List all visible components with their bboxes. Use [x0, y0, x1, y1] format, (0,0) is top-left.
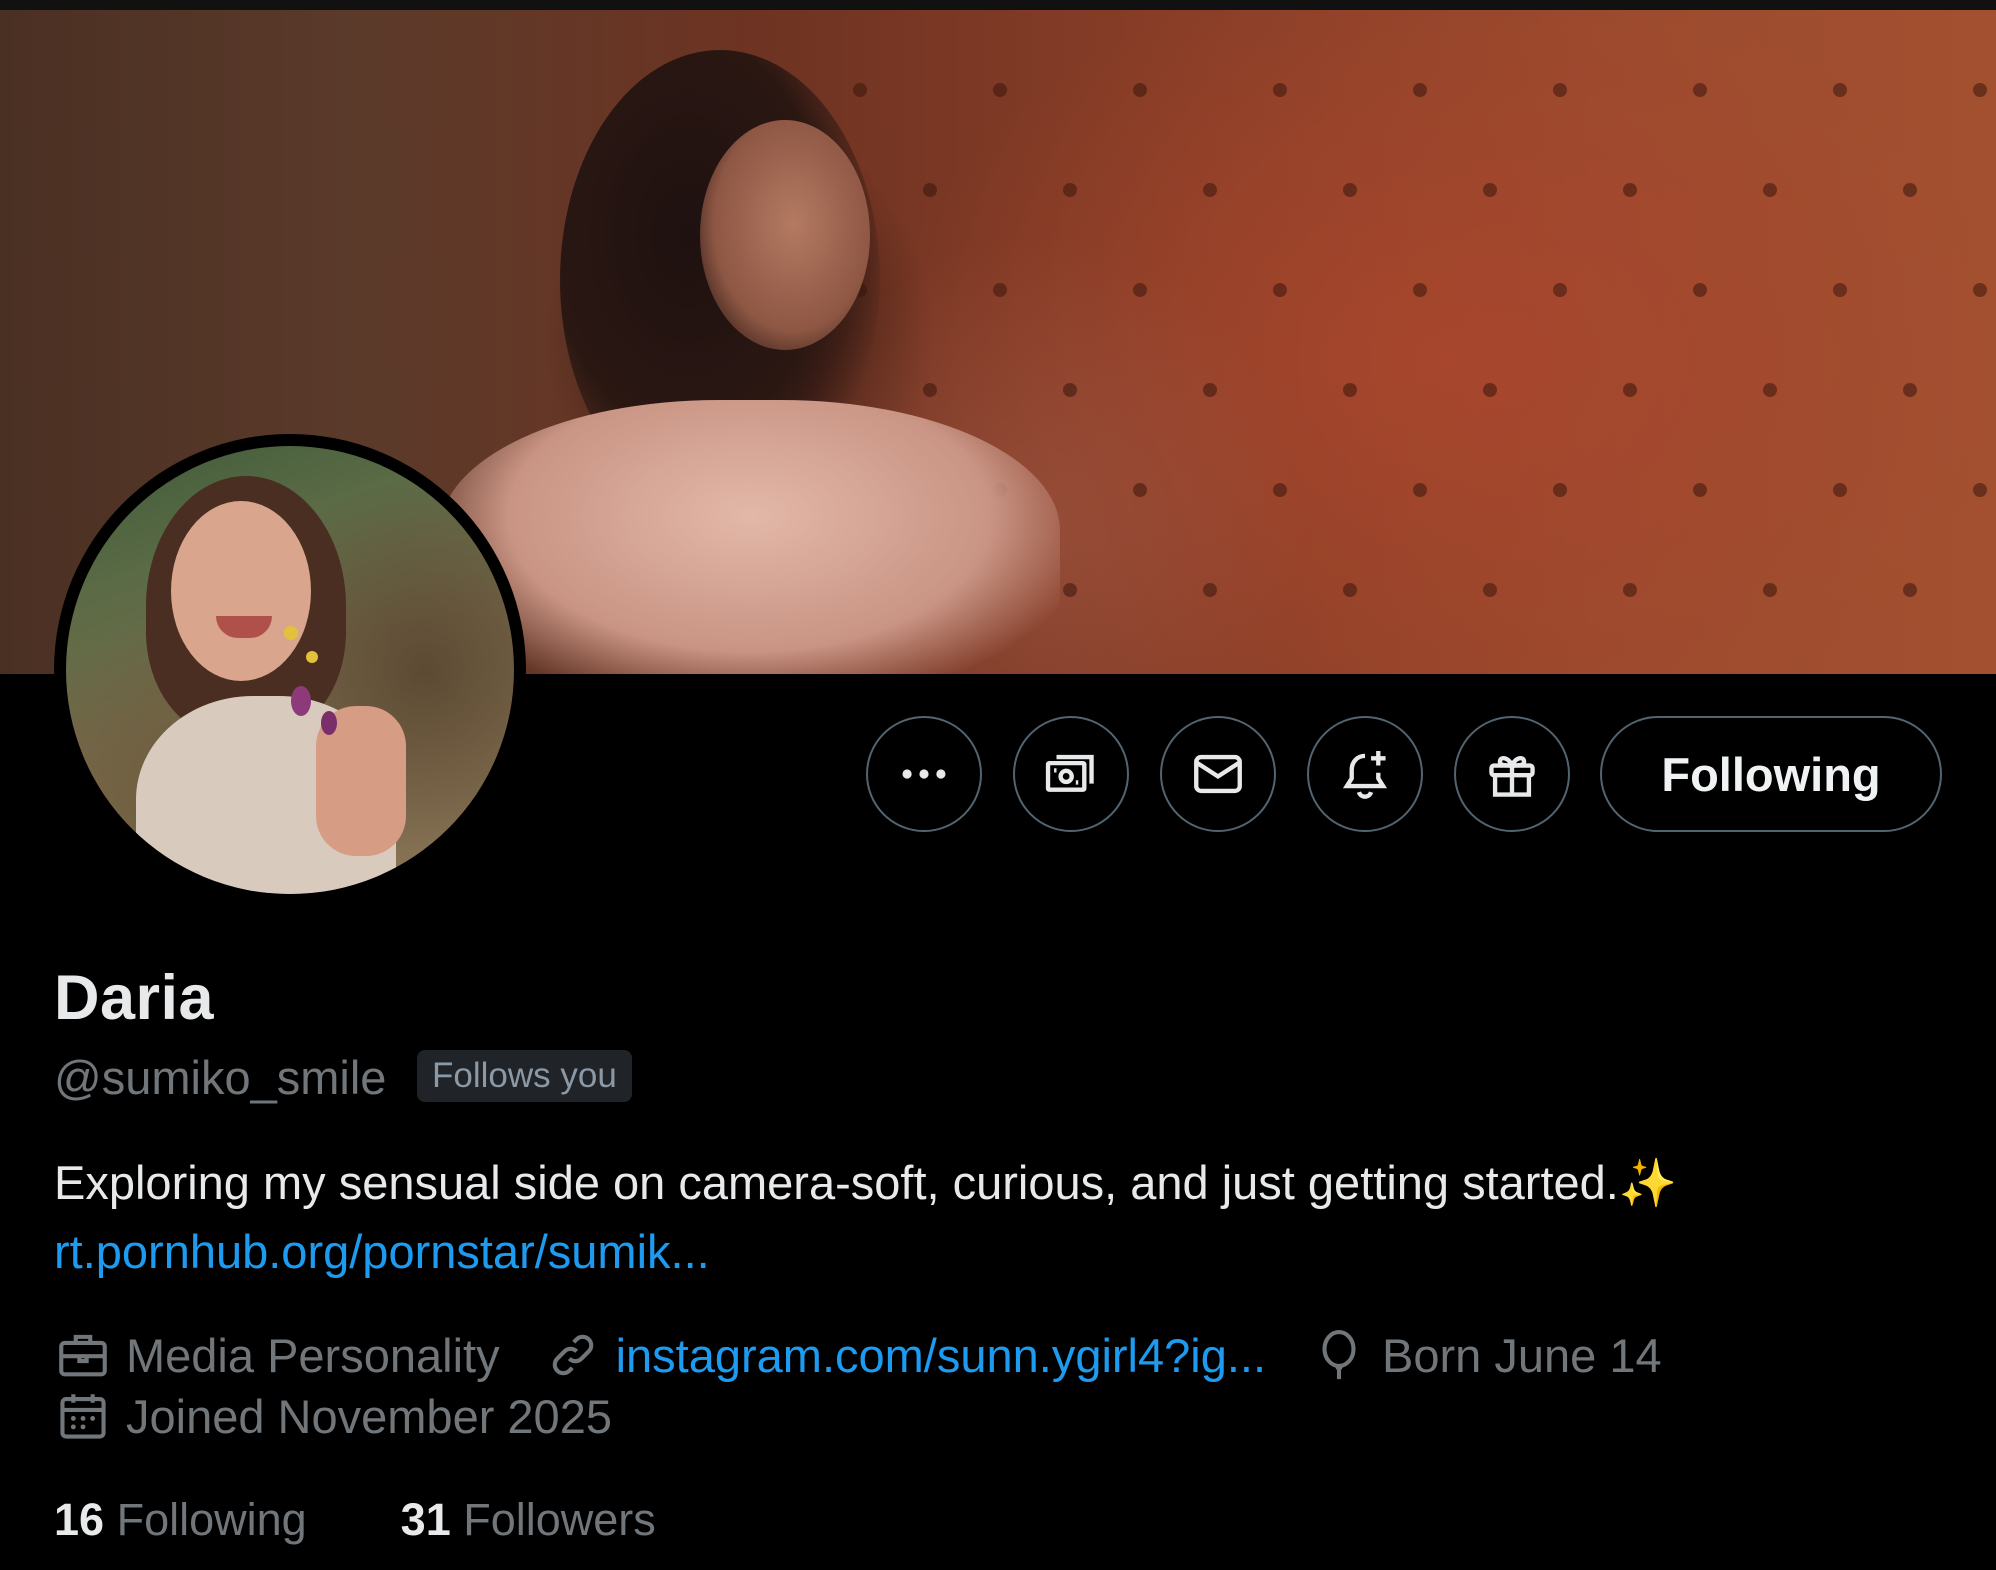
- followers-stat-link[interactable]: 31 Followers: [401, 1494, 656, 1546]
- balloon-icon: [1310, 1326, 1368, 1384]
- profile-avatar[interactable]: [54, 434, 526, 906]
- joined-label: Joined November 2025: [126, 1389, 612, 1443]
- banner-figure-face: [700, 120, 870, 350]
- avatar-flower: [306, 651, 318, 663]
- following-stat-link[interactable]: 16 Following: [54, 1494, 307, 1546]
- profile-handle: @sumiko_smile: [54, 1051, 387, 1104]
- birthday-label: Born June 14: [1382, 1328, 1662, 1382]
- avatar-flower: [321, 711, 337, 735]
- display-name: Daria: [54, 963, 215, 1033]
- link-icon: [544, 1326, 602, 1384]
- bio-link[interactable]: rt.pornhub.org/pornstar/sumik...: [54, 1224, 710, 1279]
- following-label: Following: [116, 1494, 307, 1545]
- notifications-button[interactable]: [1307, 716, 1423, 832]
- profile-page: Following Daria @sumiko_smile Follows yo…: [0, 0, 1996, 1570]
- gift-icon: [1489, 756, 1535, 797]
- avatar-flower: [291, 686, 311, 716]
- money-icon: [1045, 754, 1094, 792]
- top-edge-strip: [0, 0, 1996, 10]
- gift-button[interactable]: [1454, 716, 1570, 832]
- profile-birthday: Born June 14: [1310, 1326, 1662, 1384]
- follows-you-badge: Follows you: [417, 1050, 632, 1102]
- profile-joined-row: Joined November 2025: [54, 1386, 656, 1446]
- profile-website[interactable]: instagram.com/sunn.ygirl4?ig...: [544, 1326, 1266, 1384]
- following-button[interactable]: Following: [1600, 716, 1942, 832]
- followers-count: 31: [400, 1494, 451, 1545]
- more-horizontal-icon: [902, 769, 946, 779]
- avatar-face: [171, 501, 311, 681]
- followers-label: Followers: [463, 1494, 656, 1545]
- profile-joined: Joined November 2025: [54, 1387, 612, 1445]
- message-button[interactable]: [1160, 716, 1276, 832]
- profile-meta-row: Media Personality instagram.com/sunn.ygi…: [54, 1325, 1706, 1385]
- calendar-icon: [54, 1387, 112, 1445]
- banner-figure-dress: [440, 400, 1060, 674]
- following-count: 16: [54, 1494, 105, 1545]
- avatar-flower: [284, 626, 298, 640]
- briefcase-icon: [54, 1326, 112, 1384]
- tip-button[interactable]: [1013, 716, 1129, 832]
- avatar-photo: [66, 446, 514, 894]
- follow-stats: 16 Following 31 Followers: [54, 1494, 750, 1546]
- sparkles-emoji: ✨: [1618, 1156, 1678, 1209]
- profile-category: Media Personality: [54, 1326, 500, 1384]
- category-label: Media Personality: [126, 1328, 500, 1382]
- envelope-icon: [1194, 754, 1242, 794]
- bio-text: Exploring my sensual side on camera-soft…: [54, 1156, 1619, 1209]
- more-options-button[interactable]: [866, 716, 982, 832]
- website-link[interactable]: instagram.com/sunn.ygirl4?ig...: [616, 1328, 1266, 1383]
- profile-bio: Exploring my sensual side on camera-soft…: [54, 1155, 1677, 1211]
- bell-plus-icon: [1342, 751, 1388, 799]
